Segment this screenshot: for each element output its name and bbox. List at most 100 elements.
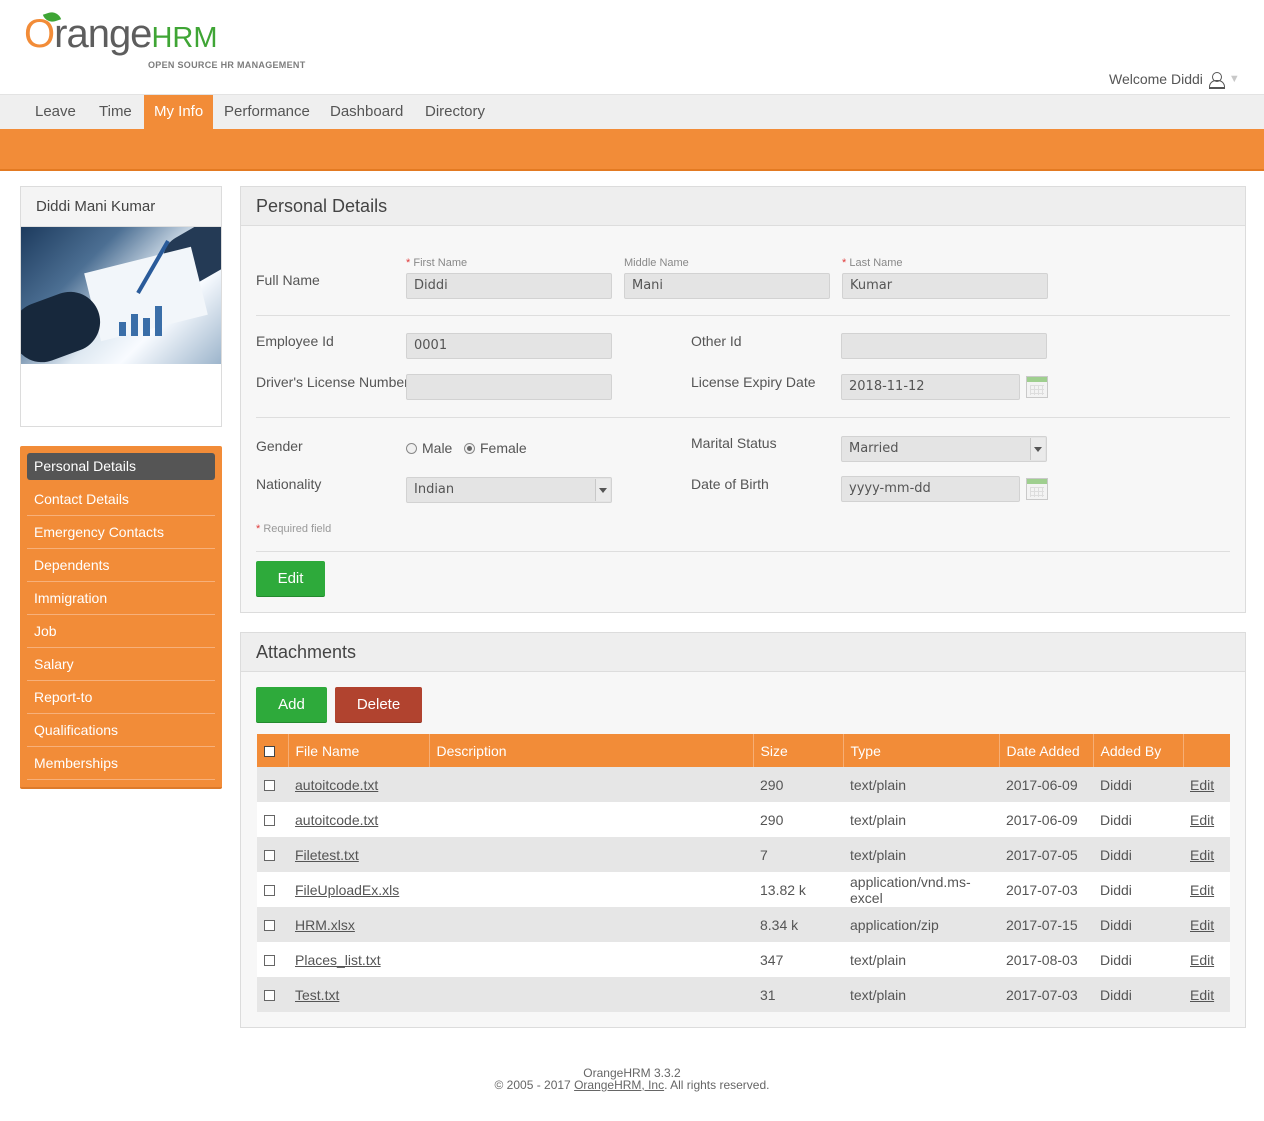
nationality-label: Nationality (256, 476, 322, 492)
attachments-panel: Attachments Add Delete File Name Descrip… (240, 632, 1246, 1028)
size-cell: 31 (753, 977, 843, 1012)
employee-photo[interactable] (21, 227, 221, 364)
company-link[interactable]: OrangeHRM, Inc (574, 1078, 664, 1092)
edit-attachment-link[interactable]: Edit (1190, 812, 1214, 828)
gender-female-radio[interactable]: Female (464, 440, 527, 456)
file-name-link[interactable]: Filetest.txt (295, 847, 359, 863)
description-cell (429, 907, 753, 942)
delete-attachment-button[interactable]: Delete (335, 687, 422, 723)
sidebar-item-report-to[interactable]: Report-to (27, 681, 215, 714)
action-cell: Edit (1183, 767, 1230, 802)
calendar-icon[interactable] (1026, 376, 1048, 398)
license-label: Driver's License Number (256, 374, 409, 390)
file-name-cell: Test.txt (288, 977, 429, 1012)
edit-attachment-link[interactable]: Edit (1190, 777, 1214, 793)
row-select-cell (257, 767, 288, 802)
license-expiry-label: License Expiry Date (691, 374, 816, 390)
gender-male-radio[interactable]: Male (406, 440, 452, 456)
logo-tagline: OPEN SOURCE HR MANAGEMENT (148, 60, 306, 70)
file-name-cell: HRM.xlsx (288, 907, 429, 942)
file-name-link[interactable]: autoitcode.txt (295, 777, 378, 793)
add-attachment-button[interactable]: Add (256, 687, 327, 723)
dob-field[interactable]: yyyy-mm-dd (841, 476, 1020, 502)
row-checkbox[interactable] (264, 850, 275, 862)
added-by-cell: Diddi (1093, 872, 1183, 907)
orangehrm-logo[interactable]: OrangeHRM OPEN SOURCE HR MANAGEMENT (24, 9, 324, 74)
row-select-cell (257, 837, 288, 872)
nationality-select[interactable]: Indian (406, 477, 612, 503)
row-checkbox[interactable] (264, 815, 275, 827)
row-checkbox[interactable] (264, 885, 275, 897)
edit-attachment-link[interactable]: Edit (1190, 917, 1214, 933)
added-by-cell: Diddi (1093, 977, 1183, 1012)
table-row: autoitcode.txt 290 text/plain 2017-06-09 Did… (257, 802, 1230, 837)
other-id-label: Other Id (691, 333, 742, 349)
sidebar-item-personal-details[interactable]: Personal Details (27, 453, 215, 480)
file-name-link[interactable]: Test.txt (295, 987, 339, 1003)
chevron-down-icon: ▼ (1228, 73, 1240, 85)
last-name-field[interactable]: Kumar (842, 273, 1048, 299)
edit-attachment-link[interactable]: Edit (1190, 987, 1214, 1003)
marital-status-select[interactable]: Married (841, 436, 1047, 462)
type-cell: text/plain (843, 942, 999, 977)
panel-title: Attachments (241, 633, 1245, 672)
column-type[interactable]: Type (843, 734, 1000, 767)
sidebar-item-job[interactable]: Job (27, 615, 215, 648)
license-expiry-field[interactable]: 2018-11-12 (841, 374, 1020, 400)
column-added-by[interactable]: Added By (1093, 734, 1184, 767)
menu-item-leave[interactable]: Leave (25, 95, 86, 130)
submenu-bar (0, 129, 1264, 171)
other-id-field[interactable] (841, 333, 1047, 359)
menu-item-my-info[interactable]: My Info (144, 95, 214, 130)
first-name-field[interactable]: Diddi (406, 273, 612, 299)
date-added-cell: 2017-07-03 (999, 977, 1093, 1012)
middle-name-field[interactable]: Mani (624, 273, 830, 299)
sidebar-item-emergency-contacts[interactable]: Emergency Contacts (27, 516, 215, 549)
menu-item-performance[interactable]: Performance (214, 95, 320, 130)
employee-id-field[interactable]: 0001 (406, 333, 612, 359)
column-file-name[interactable]: File Name (288, 734, 430, 767)
type-cell: text/plain (843, 802, 999, 837)
column-date-added[interactable]: Date Added (999, 734, 1094, 767)
last-name-label: * Last Name (842, 257, 903, 269)
calendar-icon[interactable] (1026, 478, 1048, 500)
added-by-cell: Diddi (1093, 907, 1183, 942)
menu-item-time[interactable]: Time (89, 95, 142, 130)
file-name-link[interactable]: autoitcode.txt (295, 812, 378, 828)
column-description[interactable]: Description (429, 734, 754, 767)
required-field-note: * Required field (256, 523, 332, 535)
welcome-menu[interactable]: Welcome Diddi ▼ (1109, 71, 1240, 89)
size-cell: 290 (753, 767, 843, 802)
row-select-cell (257, 942, 288, 977)
edit-button[interactable]: Edit (256, 561, 325, 597)
menu-item-dashboard[interactable]: Dashboard (320, 95, 413, 130)
file-name-link[interactable]: FileUploadEx.xls (295, 882, 399, 898)
sidebar-item-contact-details[interactable]: Contact Details (27, 483, 215, 516)
select-all-checkbox[interactable] (264, 746, 275, 758)
first-name-label: * First Name (406, 257, 468, 269)
license-field[interactable] (406, 374, 612, 400)
edit-attachment-link[interactable]: Edit (1190, 952, 1214, 968)
column-size[interactable]: Size (753, 734, 844, 767)
file-name-link[interactable]: HRM.xlsx (295, 917, 355, 933)
sidebar-item-dependents[interactable]: Dependents (27, 549, 215, 582)
sidebar-item-qualifications[interactable]: Qualifications (27, 714, 215, 747)
menu-item-directory[interactable]: Directory (415, 95, 495, 130)
row-checkbox[interactable] (264, 780, 275, 792)
sidebar-nav: Personal Details Contact Details Emergen… (20, 446, 222, 789)
row-checkbox[interactable] (264, 990, 275, 1002)
edit-attachment-link[interactable]: Edit (1190, 882, 1214, 898)
sidebar-item-immigration[interactable]: Immigration (27, 582, 215, 615)
sidebar-item-memberships[interactable]: Memberships (27, 747, 215, 780)
row-checkbox[interactable] (264, 920, 275, 932)
sidebar-item-salary[interactable]: Salary (27, 648, 215, 681)
description-cell (429, 767, 753, 802)
action-cell: Edit (1183, 802, 1230, 837)
marital-status-label: Marital Status (691, 435, 777, 451)
action-cell: Edit (1183, 942, 1230, 977)
welcome-text: Welcome Diddi (1109, 71, 1203, 87)
size-cell: 290 (753, 802, 843, 837)
edit-attachment-link[interactable]: Edit (1190, 847, 1214, 863)
row-checkbox[interactable] (264, 955, 275, 967)
file-name-link[interactable]: Places_list.txt (295, 952, 381, 968)
